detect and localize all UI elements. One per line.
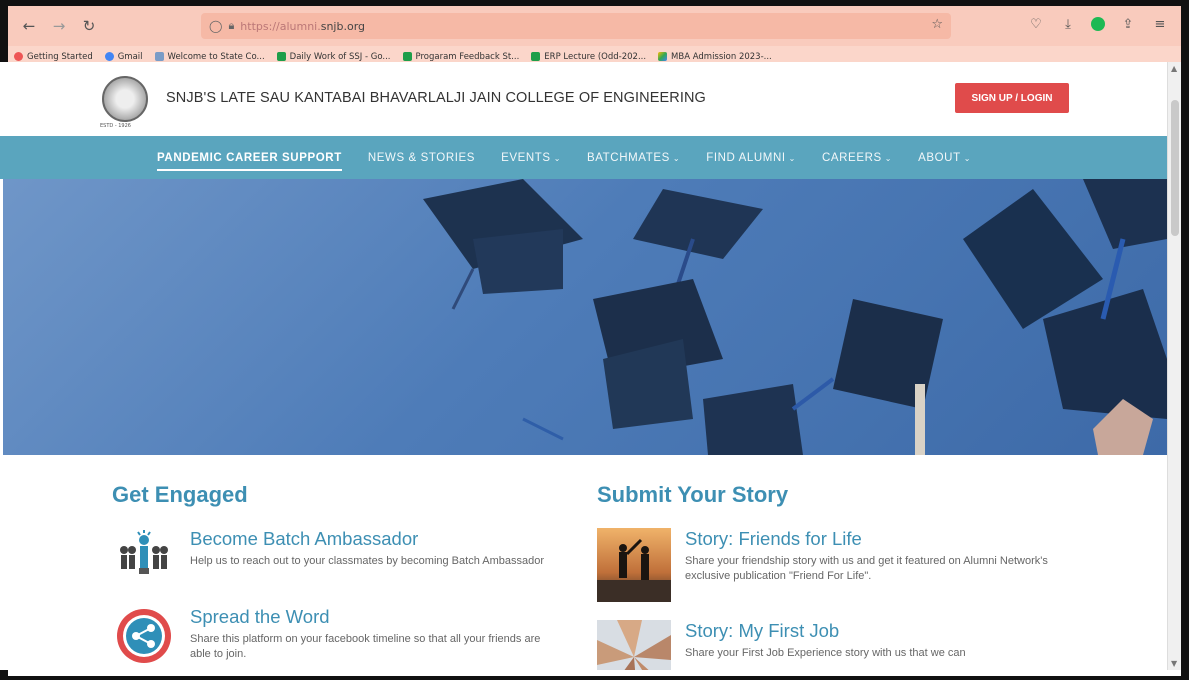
logo-caption: ESTD - 1926 (100, 123, 131, 129)
chevron-down-icon: ⌄ (788, 153, 796, 163)
get-engaged-title: Get Engaged (112, 482, 248, 507)
tracking-shield-icon[interactable]: ◯ (209, 19, 222, 33)
address-bar[interactable]: ◯ 🔒︎ https://alumni. snjb.org ☆ (201, 13, 951, 39)
share-circle-icon (112, 606, 176, 666)
friends-photo-thumbnail[interactable] (597, 528, 671, 602)
reload-icon[interactable]: ↻ (78, 15, 100, 37)
url-domain: snjb.org (320, 19, 366, 33)
ambassador-people-icon (112, 528, 176, 588)
google-icon (104, 52, 114, 61)
share-icon[interactable]: ⇪ (1119, 15, 1137, 33)
spread-word-title[interactable]: Spread the Word (190, 606, 552, 628)
first-job-title[interactable]: Story: My First Job (685, 620, 966, 642)
page-scrollbar[interactable]: ▲ ▼ (1167, 62, 1181, 670)
menu-icon[interactable]: ≡ (1151, 15, 1169, 33)
spread-word-desc: Share this platform on your facebook tim… (190, 633, 541, 660)
site-icon (154, 52, 164, 61)
chevron-down-icon: ⌄ (553, 153, 561, 163)
hands-together-thumbnail[interactable] (597, 620, 671, 670)
nav-careers[interactable]: CAREERS ⌄ (822, 152, 892, 164)
submit-story-title: Submit Your Story (597, 482, 789, 507)
nav-pandemic-career-support[interactable]: PANDEMIC CAREER SUPPORT (157, 152, 342, 171)
back-icon[interactable]: ← (18, 15, 40, 37)
extension-icon[interactable] (1091, 17, 1105, 31)
submit-story-section: Submit Your Story Story: Friends for Lif… (597, 482, 1077, 670)
batch-ambassador-item[interactable]: Become Batch Ambassador Help us to reach… (112, 528, 552, 588)
bookmark-item[interactable]: MBA Admission 2023-... (658, 52, 772, 62)
batch-ambassador-desc: Help us to reach out to your classmates … (190, 555, 545, 567)
bookmark-item[interactable]: Gmail (104, 52, 143, 62)
sheets-icon (402, 52, 412, 61)
bookmark-item[interactable]: Progaram Feedback St... (402, 52, 519, 62)
browser-toolbar: ← → ↻ ◯ 🔒︎ https://alumni. snjb.org ☆ ♡ ⤓… (8, 6, 1181, 46)
spread-word-item[interactable]: Spread the Word Share this platform on y… (112, 606, 552, 666)
scrollbar-thumb[interactable] (1171, 100, 1179, 236)
college-logo[interactable] (102, 76, 148, 122)
sheets-icon (276, 52, 286, 61)
sheets-icon (531, 52, 541, 61)
scroll-down-icon[interactable]: ▼ (1171, 659, 1177, 668)
pocket-icon[interactable]: ♡ (1027, 15, 1045, 33)
signup-login-button[interactable]: SIGN UP / LOGIN (955, 83, 1069, 113)
friends-for-life-desc: Share your friendship story with us and … (685, 555, 1048, 582)
nav-batchmates[interactable]: BATCHMATES ⌄ (587, 152, 680, 164)
firefox-icon (14, 52, 23, 61)
main-nav: PANDEMIC CAREER SUPPORT NEWS & STORIES E… (0, 136, 1173, 179)
web-page: ESTD - 1926 SNJB'S LATE SAU KANTABAI BHA… (0, 62, 1173, 670)
nav-find-alumni[interactable]: FIND ALUMNI ⌄ (706, 152, 796, 164)
chevron-down-icon: ⌄ (963, 153, 972, 163)
college-name[interactable]: SNJB'S LATE SAU KANTABAI BHAVARLALJI JAI… (166, 90, 706, 106)
scroll-up-icon[interactable]: ▲ (1171, 64, 1177, 73)
friends-for-life-title[interactable]: Story: Friends for Life (685, 528, 1077, 550)
graduation-caps-illustration (423, 179, 1167, 455)
nav-news-stories[interactable]: NEWS & STORIES (368, 152, 475, 164)
forward-icon[interactable]: → (48, 15, 70, 37)
url-prefix: https://alumni. (240, 19, 321, 33)
batch-ambassador-title[interactable]: Become Batch Ambassador (190, 528, 544, 550)
first-job-item[interactable]: Story: My First Job Share your First Job… (597, 620, 1077, 670)
bookmark-item[interactable]: Welcome to State Co... (154, 52, 265, 62)
drive-icon (658, 52, 668, 61)
chevron-down-icon: ⌄ (884, 153, 893, 163)
downloads-icon[interactable]: ⤓ (1059, 15, 1077, 33)
site-header: ESTD - 1926 SNJB'S LATE SAU KANTABAI BHA… (0, 62, 1173, 136)
hero-banner-graduation-caps (3, 179, 1167, 455)
nav-events[interactable]: EVENTS ⌄ (501, 152, 561, 164)
bookmark-star-icon[interactable]: ☆ (931, 17, 943, 32)
friends-for-life-item[interactable]: Story: Friends for Life Share your frien… (597, 528, 1077, 602)
bookmark-item[interactable]: ERP Lecture (Odd-202... (531, 52, 646, 62)
lock-icon[interactable]: 🔒︎ (228, 19, 234, 33)
get-engaged-section: Get Engaged Become Batch Ambassador Help… (112, 482, 552, 670)
chevron-down-icon: ⌄ (672, 153, 681, 163)
nav-about[interactable]: ABOUT ⌄ (918, 152, 971, 164)
bookmark-item[interactable]: Getting Started (14, 52, 93, 62)
bookmark-item[interactable]: Daily Work of SSJ - Go... (276, 52, 391, 62)
first-job-desc: Share your First Job Experience story wi… (685, 647, 966, 659)
